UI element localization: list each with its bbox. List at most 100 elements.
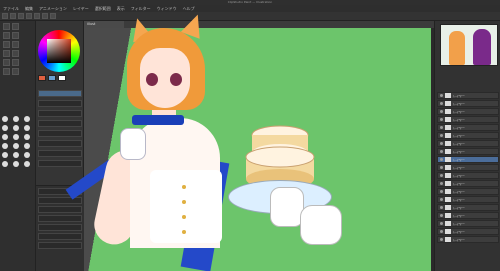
menu-window[interactable]: ウィンドウ <box>154 6 180 12</box>
brush-item[interactable] <box>38 140 82 147</box>
eye-icon[interactable] <box>440 206 443 209</box>
brush-size-dot[interactable] <box>24 116 30 122</box>
brush-size-dot[interactable] <box>24 143 30 149</box>
property-row[interactable] <box>38 197 82 204</box>
brush-tool-icon[interactable] <box>3 50 10 57</box>
property-row[interactable] <box>38 206 82 213</box>
color-saturation-square[interactable] <box>47 39 71 63</box>
clear-button[interactable] <box>42 13 48 19</box>
eye-icon[interactable] <box>440 190 443 193</box>
brush-size-dot[interactable] <box>24 161 30 167</box>
transform-button[interactable] <box>50 13 56 19</box>
airbrush-tool-icon[interactable] <box>12 50 19 57</box>
eye-icon[interactable] <box>440 230 443 233</box>
eye-icon[interactable] <box>440 94 443 97</box>
menu-animation[interactable]: アニメーション <box>36 6 70 12</box>
brush-item[interactable] <box>38 100 82 107</box>
main-color-swatch[interactable] <box>38 75 46 81</box>
menu-layer[interactable]: レイヤー <box>70 6 92 12</box>
zoom-tool-icon[interactable] <box>12 23 19 30</box>
brush-size-dot[interactable] <box>13 116 19 122</box>
eye-icon[interactable] <box>440 158 443 161</box>
canvas-tab[interactable]: illust <box>84 21 124 28</box>
eye-icon[interactable] <box>440 198 443 201</box>
brush-item[interactable] <box>38 130 82 137</box>
move-tool-icon[interactable] <box>3 23 10 30</box>
eye-icon[interactable] <box>440 238 443 241</box>
eye-icon[interactable] <box>440 118 443 121</box>
eye-icon[interactable] <box>440 110 443 113</box>
eye-icon[interactable] <box>440 126 443 129</box>
property-row[interactable] <box>38 233 82 240</box>
brush-size-dot[interactable] <box>13 152 19 158</box>
navigator-preview[interactable] <box>440 24 498 66</box>
brush-size-dot[interactable] <box>2 152 8 158</box>
brush-item[interactable] <box>38 110 82 117</box>
eye-icon[interactable] <box>440 142 443 145</box>
eye-icon[interactable] <box>440 166 443 169</box>
eye-icon[interactable] <box>440 174 443 177</box>
menu-filter[interactable]: フィルター <box>128 6 154 12</box>
menu-view[interactable]: 表示 <box>114 6 128 12</box>
eye-icon[interactable] <box>440 134 443 137</box>
eraser-tool-icon[interactable] <box>3 59 10 66</box>
transparent-color-swatch[interactable] <box>58 75 66 81</box>
eye-icon[interactable] <box>440 102 443 105</box>
layer-row[interactable]: レイヤー <box>437 116 499 123</box>
property-row[interactable] <box>38 224 82 231</box>
menu-edit[interactable]: 編集 <box>22 6 36 12</box>
text-tool-icon[interactable] <box>12 68 19 75</box>
brush-size-dot[interactable] <box>2 143 8 149</box>
brush-size-dot[interactable] <box>24 125 30 131</box>
brush-size-dot[interactable] <box>13 125 19 131</box>
fill-tool-icon[interactable] <box>12 59 19 66</box>
layer-row[interactable]: レイヤー <box>437 132 499 139</box>
layer-row[interactable]: レイヤー <box>437 124 499 131</box>
layer-row[interactable]: レイヤー <box>437 172 499 179</box>
layer-row[interactable]: レイヤー <box>437 140 499 147</box>
open-file-button[interactable] <box>10 13 16 19</box>
eye-icon[interactable] <box>440 182 443 185</box>
eye-icon[interactable] <box>440 150 443 153</box>
brush-size-dot[interactable] <box>2 116 8 122</box>
brush-size-dot[interactable] <box>13 134 19 140</box>
menu-file[interactable]: ファイル <box>0 6 22 12</box>
layer-row[interactable]: レイヤー <box>437 204 499 211</box>
brush-size-dot[interactable] <box>13 161 19 167</box>
sub-color-swatch[interactable] <box>48 75 56 81</box>
property-row[interactable] <box>38 242 82 249</box>
layer-row[interactable]: レイヤー <box>437 220 499 227</box>
brush-size-dot[interactable] <box>24 152 30 158</box>
save-button[interactable] <box>18 13 24 19</box>
brush-item[interactable] <box>38 150 82 157</box>
layer-row[interactable]: レイヤー <box>437 196 499 203</box>
layer-row-selected[interactable]: レイヤー <box>437 156 499 163</box>
layer-row[interactable]: レイヤー <box>437 180 499 187</box>
layer-row[interactable]: レイヤー <box>437 148 499 155</box>
brush-size-dot[interactable] <box>2 125 8 131</box>
brush-item[interactable] <box>38 160 82 167</box>
brush-size-dot[interactable] <box>13 143 19 149</box>
property-row[interactable] <box>38 215 82 222</box>
layer-row[interactable]: レイヤー <box>437 188 499 195</box>
layer-row[interactable]: レイヤー <box>437 108 499 115</box>
pen-tool-icon[interactable] <box>3 41 10 48</box>
layer-row[interactable]: レイヤー <box>437 228 499 235</box>
brush-size-dot[interactable] <box>24 134 30 140</box>
layer-row[interactable]: レイヤー <box>437 92 499 99</box>
layer-row[interactable]: レイヤー <box>437 164 499 171</box>
select-tool-icon[interactable] <box>3 32 10 39</box>
brush-item[interactable] <box>38 90 82 97</box>
layer-row[interactable]: レイヤー <box>437 212 499 219</box>
eyedropper-tool-icon[interactable] <box>12 32 19 39</box>
brush-item[interactable] <box>38 120 82 127</box>
menu-selection[interactable]: 選択範囲 <box>92 6 114 12</box>
redo-button[interactable] <box>34 13 40 19</box>
brush-size-dot[interactable] <box>2 134 8 140</box>
gradient-tool-icon[interactable] <box>3 68 10 75</box>
new-file-button[interactable] <box>2 13 8 19</box>
eye-icon[interactable] <box>440 222 443 225</box>
undo-button[interactable] <box>26 13 32 19</box>
eye-icon[interactable] <box>440 214 443 217</box>
pencil-tool-icon[interactable] <box>12 41 19 48</box>
